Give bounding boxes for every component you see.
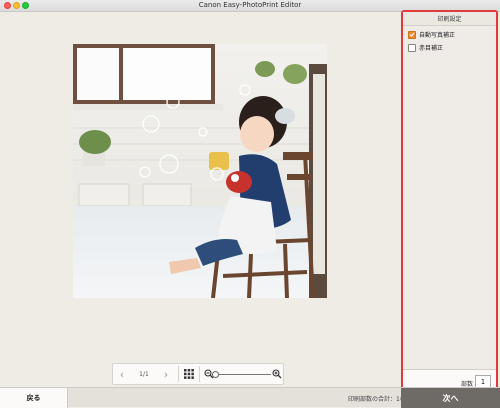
- previous-page-button[interactable]: ‹: [113, 365, 131, 383]
- zoom-slider-handle[interactable]: [212, 371, 219, 378]
- photo-preview[interactable]: [73, 44, 327, 298]
- next-page-button[interactable]: ›: [157, 365, 175, 383]
- next-button[interactable]: 次へ: [401, 388, 500, 408]
- photo-image: [73, 44, 327, 298]
- app-window: Canon Easy-PhotoPrint Editor ‹ 1/1 › 印刷設…: [0, 0, 500, 408]
- red-eye-option[interactable]: 赤目補正: [408, 43, 443, 52]
- bottom-bar: 戻る 印刷部数の合計：1枚 次へ: [0, 387, 500, 408]
- divider: [178, 366, 179, 382]
- panel-title: 印刷設定: [403, 12, 496, 26]
- window-title: Canon Easy-PhotoPrint Editor: [198, 1, 302, 9]
- page-indicator: 1/1: [139, 370, 149, 378]
- zoom-slider-track: [215, 374, 271, 375]
- zoom-slider[interactable]: [212, 368, 271, 380]
- zoom-in-icon[interactable]: [271, 367, 283, 381]
- red-eye-label: 赤目補正: [419, 45, 444, 52]
- page-navigation-bar: ‹ 1/1 ›: [112, 363, 284, 385]
- red-eye-checkbox[interactable]: [408, 43, 416, 52]
- grid-view-icon[interactable]: [182, 367, 196, 381]
- auto-photo-fix-option[interactable]: 自動写真補正: [408, 30, 455, 39]
- auto-photo-fix-checkbox[interactable]: [408, 30, 416, 39]
- back-button[interactable]: 戻る: [0, 388, 68, 408]
- total-copies-label: 印刷部数の合計：1枚: [348, 396, 406, 403]
- print-settings-panel: 印刷設定 自動写真補正 赤目補正 部数 1: [401, 10, 498, 395]
- auto-photo-fix-label: 自動写真補正: [419, 32, 456, 39]
- divider: [199, 366, 200, 382]
